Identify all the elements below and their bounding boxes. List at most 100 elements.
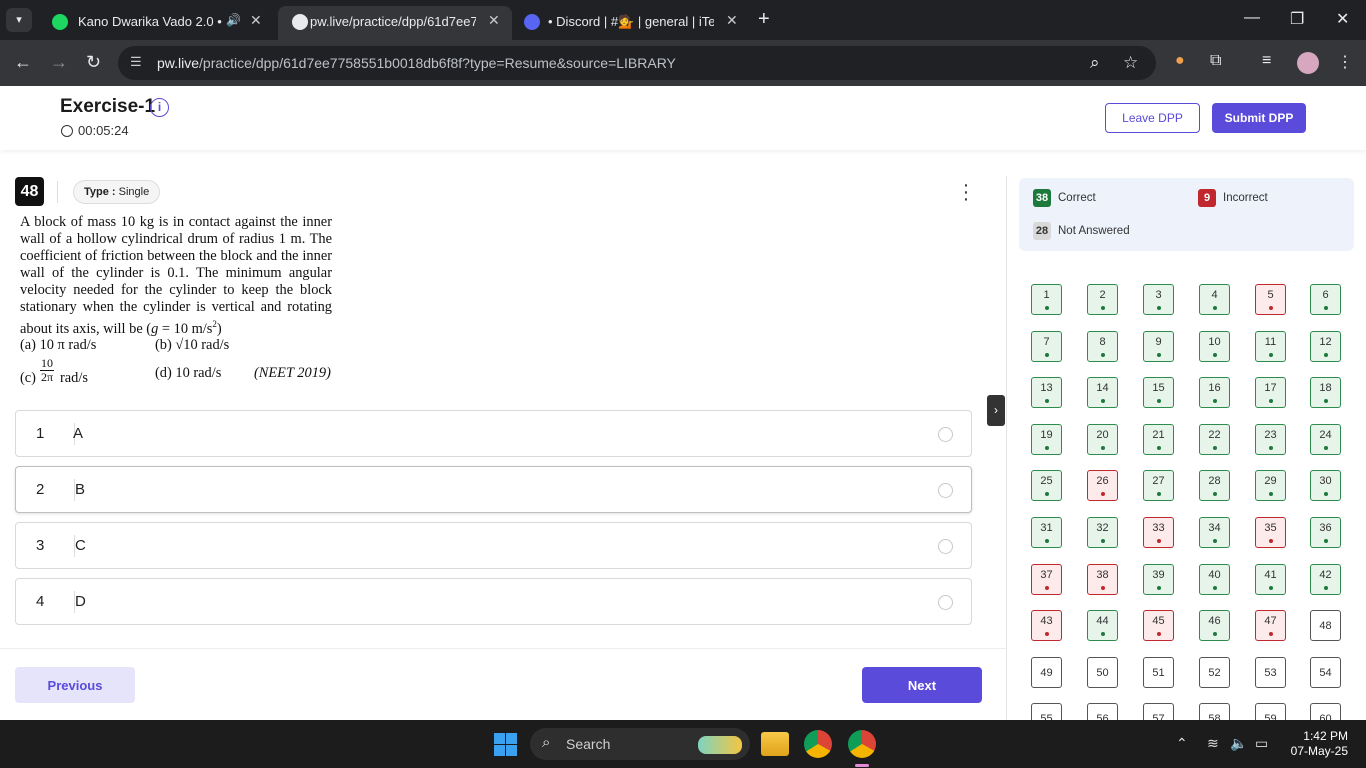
palette-question-59[interactable]: 59: [1255, 703, 1286, 720]
palette-question-30[interactable]: 30: [1310, 470, 1341, 501]
zoom-icon[interactable]: ⌕: [1090, 53, 1100, 73]
media-control-icon[interactable]: ≡: [1262, 52, 1271, 70]
taskbar-search[interactable]: ⌕ Search: [530, 728, 750, 760]
palette-question-31[interactable]: 31: [1031, 517, 1062, 548]
wifi-icon[interactable]: ≋: [1207, 735, 1219, 752]
option-radio[interactable]: [938, 427, 953, 442]
palette-question-16[interactable]: 16: [1199, 377, 1230, 408]
palette-question-60[interactable]: 60: [1310, 703, 1341, 720]
palette-question-23[interactable]: 23: [1255, 424, 1286, 455]
minimize-icon[interactable]: —: [1244, 9, 1260, 27]
palette-question-35[interactable]: 35: [1255, 517, 1286, 548]
palette-question-26[interactable]: 26: [1087, 470, 1118, 501]
speaker-icon[interactable]: 🔊: [226, 13, 241, 27]
answer-option-4[interactable]: 4 D: [15, 578, 972, 625]
palette-question-15[interactable]: 15: [1143, 377, 1174, 408]
info-icon[interactable]: i: [150, 98, 169, 117]
palette-question-29[interactable]: 29: [1255, 470, 1286, 501]
answer-option-1[interactable]: 1 A: [15, 410, 972, 457]
palette-question-55[interactable]: 55: [1031, 703, 1062, 720]
collapse-panel-chevron-icon[interactable]: ›: [987, 395, 1005, 426]
close-window-icon[interactable]: ✕: [1336, 9, 1349, 29]
forward-icon[interactable]: →: [50, 52, 68, 73]
palette-question-4[interactable]: 4: [1199, 284, 1230, 315]
palette-question-20[interactable]: 20: [1087, 424, 1118, 455]
palette-question-32[interactable]: 32: [1087, 517, 1118, 548]
back-icon[interactable]: ←: [14, 52, 32, 73]
palette-question-22[interactable]: 22: [1199, 424, 1230, 455]
reload-icon[interactable]: ↻: [86, 52, 101, 73]
palette-question-1[interactable]: 1: [1031, 284, 1062, 315]
palette-question-50[interactable]: 50: [1087, 657, 1118, 688]
palette-question-46[interactable]: 46: [1199, 610, 1230, 641]
windows-start-icon[interactable]: [494, 733, 517, 756]
tab-discord[interactable]: • Discord | #💁 | general | iTeach ✕: [514, 6, 748, 40]
palette-question-43[interactable]: 43: [1031, 610, 1062, 641]
palette-question-53[interactable]: 53: [1255, 657, 1286, 688]
palette-question-58[interactable]: 58: [1199, 703, 1230, 720]
chrome-profile-icon[interactable]: [848, 730, 876, 758]
palette-question-2[interactable]: 2: [1087, 284, 1118, 315]
tab-search-button[interactable]: ▾: [6, 8, 32, 32]
option-radio[interactable]: [938, 483, 953, 498]
palette-question-47[interactable]: 47: [1255, 610, 1286, 641]
answer-option-2[interactable]: 2 B: [15, 466, 972, 513]
palette-question-37[interactable]: 37: [1031, 564, 1062, 595]
palette-question-51[interactable]: 51: [1143, 657, 1174, 688]
next-button[interactable]: Next: [862, 667, 982, 703]
restore-icon[interactable]: ❐: [1290, 9, 1304, 29]
address-bar[interactable]: ☰ pw.live/practice/dpp/61d7ee7758551b001…: [118, 46, 1156, 80]
palette-question-21[interactable]: 21: [1143, 424, 1174, 455]
volume-icon[interactable]: 🔈: [1230, 735, 1247, 752]
palette-question-8[interactable]: 8: [1087, 331, 1118, 362]
palette-question-19[interactable]: 19: [1031, 424, 1062, 455]
more-options-icon[interactable]: · · ·: [958, 175, 974, 209]
palette-question-25[interactable]: 25: [1031, 470, 1062, 501]
palette-question-36[interactable]: 36: [1310, 517, 1341, 548]
tray-overflow-chevron-icon[interactable]: ⌃: [1176, 735, 1188, 752]
tab-spotify[interactable]: Kano Dwarika Vado 2.0 • Ra 🔊 ✕: [38, 6, 272, 40]
url-text[interactable]: pw.live/practice/dpp/61d7ee7758551b0018d…: [157, 55, 676, 71]
extensions-puzzle-icon[interactable]: ⧉: [1210, 52, 1221, 70]
bookmark-star-icon[interactable]: ☆: [1123, 53, 1138, 73]
palette-question-44[interactable]: 44: [1087, 610, 1118, 641]
leave-dpp-button[interactable]: Leave DPP: [1105, 103, 1200, 133]
option-radio[interactable]: [938, 595, 953, 610]
site-settings-icon[interactable]: ☰: [130, 54, 148, 72]
browser-menu-icon[interactable]: ⋮: [1337, 52, 1353, 72]
palette-question-5[interactable]: 5: [1255, 284, 1286, 315]
palette-question-6[interactable]: 6: [1310, 284, 1341, 315]
previous-button[interactable]: Previous: [15, 667, 135, 703]
palette-question-41[interactable]: 41: [1255, 564, 1286, 595]
palette-question-3[interactable]: 3: [1143, 284, 1174, 315]
palette-question-48[interactable]: 48: [1310, 610, 1341, 641]
palette-question-33[interactable]: 33: [1143, 517, 1174, 548]
extension-icon[interactable]: ●: [1175, 52, 1185, 70]
palette-question-24[interactable]: 24: [1310, 424, 1341, 455]
palette-question-38[interactable]: 38: [1087, 564, 1118, 595]
palette-question-57[interactable]: 57: [1143, 703, 1174, 720]
palette-question-42[interactable]: 42: [1310, 564, 1341, 595]
palette-question-17[interactable]: 17: [1255, 377, 1286, 408]
palette-question-52[interactable]: 52: [1199, 657, 1230, 688]
palette-question-49[interactable]: 49: [1031, 657, 1062, 688]
answer-option-3[interactable]: 3 C: [15, 522, 972, 569]
palette-question-10[interactable]: 10: [1199, 331, 1230, 362]
palette-question-11[interactable]: 11: [1255, 331, 1286, 362]
new-tab-icon[interactable]: +: [758, 8, 770, 31]
palette-question-34[interactable]: 34: [1199, 517, 1230, 548]
palette-question-40[interactable]: 40: [1199, 564, 1230, 595]
file-explorer-icon[interactable]: [761, 732, 789, 756]
option-radio[interactable]: [938, 539, 953, 554]
chrome-icon[interactable]: [804, 730, 832, 758]
palette-question-13[interactable]: 13: [1031, 377, 1062, 408]
palette-question-39[interactable]: 39: [1143, 564, 1174, 595]
palette-question-12[interactable]: 12: [1310, 331, 1341, 362]
close-tab-icon[interactable]: ✕: [488, 12, 500, 29]
palette-question-7[interactable]: 7: [1031, 331, 1062, 362]
palette-question-54[interactable]: 54: [1310, 657, 1341, 688]
palette-question-9[interactable]: 9: [1143, 331, 1174, 362]
tab-pw-live[interactable]: pw.live/practice/dpp/61d7ee77 ✕: [278, 6, 512, 40]
palette-question-14[interactable]: 14: [1087, 377, 1118, 408]
battery-icon[interactable]: ▭: [1255, 735, 1268, 752]
